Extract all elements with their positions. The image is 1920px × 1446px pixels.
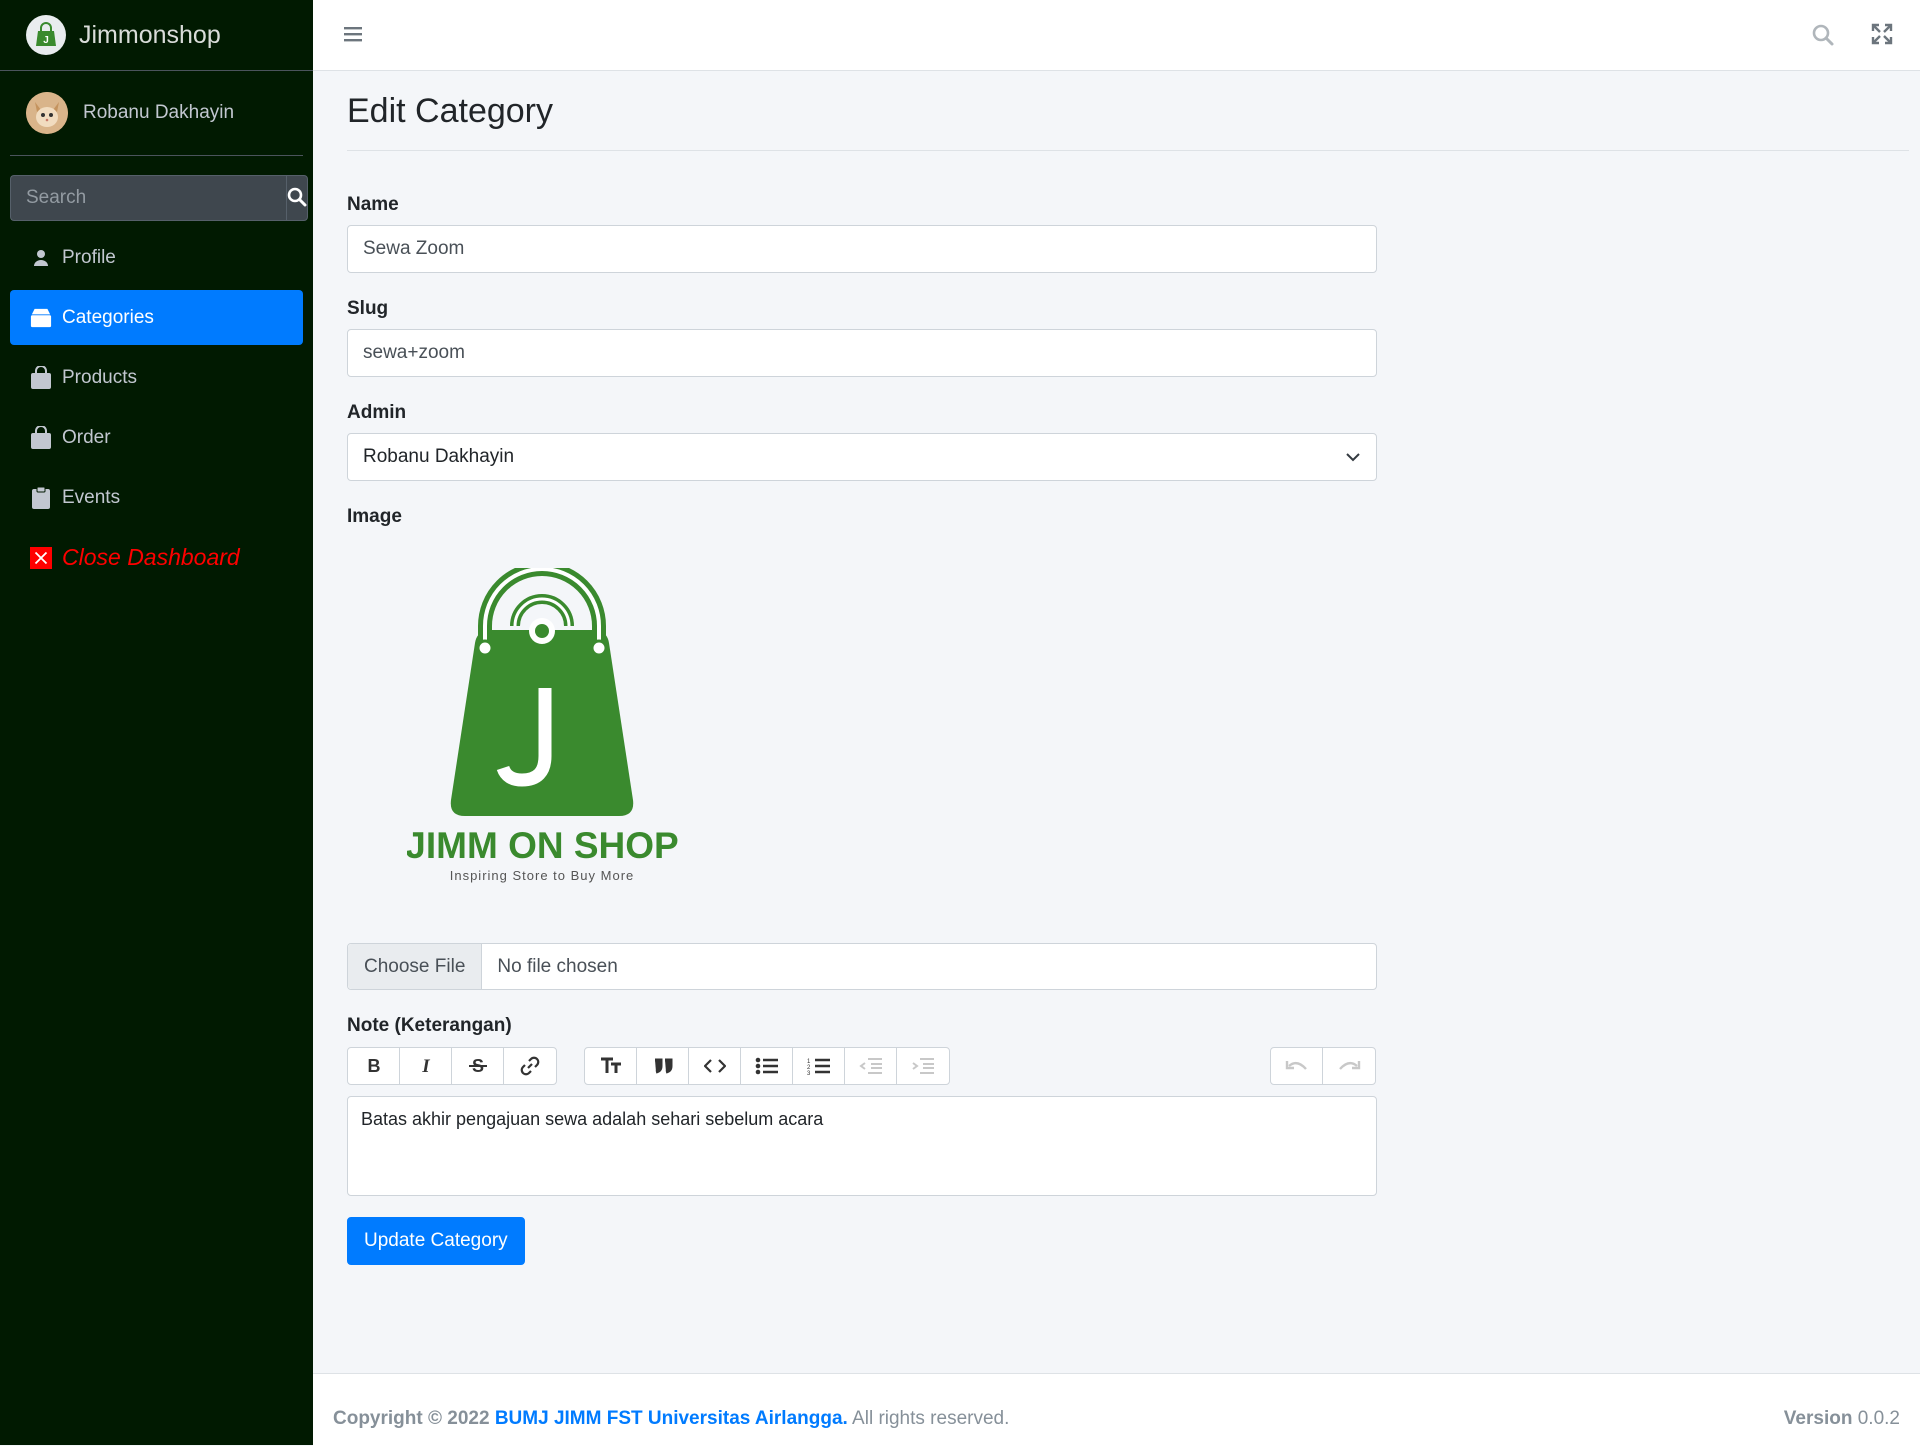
top-navbar: [313, 0, 1920, 71]
quote-icon[interactable]: [637, 1048, 689, 1084]
svg-text:B: B: [367, 1057, 380, 1075]
choose-file-button[interactable]: Choose File: [348, 944, 483, 989]
page-title: Edit Category: [347, 92, 1909, 151]
logo-tagline: Inspiring Store to Buy More: [450, 868, 635, 883]
sidebar-nav: Profile Categories Products Order Events: [10, 230, 303, 590]
sidebar-item-label: Events: [62, 486, 121, 508]
bold-icon[interactable]: B: [348, 1048, 400, 1084]
indent-icon[interactable]: [897, 1048, 949, 1084]
brand-name: Jimmonshop: [79, 20, 221, 49]
image-file-input[interactable]: Choose File No file chosen: [347, 943, 1377, 990]
navbar-search-icon[interactable]: [1811, 23, 1835, 52]
sidebar-search-input[interactable]: [10, 175, 286, 221]
slug-label: Slug: [347, 298, 389, 319]
svg-text:J: J: [43, 35, 49, 46]
version-label: Version: [1783, 1408, 1853, 1429]
footer-rights: All rights reserved.: [852, 1408, 1010, 1429]
close-icon: [30, 546, 52, 570]
strikethrough-icon[interactable]: S: [452, 1048, 504, 1084]
footer-version: Version 0.0.2: [1784, 1408, 1900, 1430]
footer-copyright: Copyright © 2022 BUMJ JIMM FST Universit…: [333, 1408, 1009, 1430]
footer: Copyright © 2022 BUMJ JIMM FST Universit…: [313, 1373, 1920, 1446]
sidebar: J Jimmonshop Robanu Dakhayin Profile Ca: [0, 0, 313, 1445]
editor-toolbar: B I S 123: [347, 1047, 1377, 1085]
note-editor[interactable]: Batas akhir pengajuan sewa adalah sehari…: [347, 1096, 1377, 1196]
box-icon: [30, 306, 52, 330]
avatar: [26, 92, 68, 134]
sidebar-item-products[interactable]: Products: [10, 350, 303, 405]
slug-input[interactable]: sewa+zoom: [347, 329, 1377, 377]
brand-logo-icon: J: [26, 15, 66, 55]
user-panel[interactable]: Robanu Dakhayin: [10, 71, 303, 156]
sidebar-search-button[interactable]: [286, 175, 308, 221]
main-content: Edit Category Name Sewa Zoom Slug sewa+z…: [347, 70, 1909, 1265]
image-label: Image: [347, 506, 402, 527]
admin-label: Admin: [347, 402, 407, 423]
file-status: No file chosen: [497, 955, 618, 977]
outdent-icon[interactable]: [845, 1048, 897, 1084]
admin-select-value: Robanu Dakhayin: [363, 446, 515, 467]
undo-icon[interactable]: [1271, 1048, 1323, 1084]
logo-title: JIMM ON SHOP: [407, 825, 679, 866]
sidebar-item-label: Order: [62, 426, 111, 448]
brand-link[interactable]: J Jimmonshop: [0, 0, 313, 71]
shopping-bag-icon: [30, 425, 52, 450]
block-format-group: 123: [584, 1047, 950, 1085]
clipboard-icon: [30, 486, 52, 510]
sidebar-item-label: Products: [62, 366, 137, 388]
sidebar-item-label: Categories: [62, 306, 154, 328]
name-input[interactable]: Sewa Zoom: [347, 225, 1377, 273]
sidebar-item-order[interactable]: Order: [10, 410, 303, 465]
sidebar-item-categories[interactable]: Categories: [10, 290, 303, 345]
numbered-list-icon[interactable]: 123: [793, 1048, 845, 1084]
shopping-bag-icon: [30, 365, 52, 390]
code-icon[interactable]: [689, 1048, 741, 1084]
jimm-on-shop-logo: JIMM ON SHOP Inspiring Store to Buy More: [405, 562, 679, 883]
update-category-button[interactable]: Update Category: [347, 1217, 525, 1265]
name-label: Name: [347, 194, 399, 215]
version-value: 0.0.2: [1857, 1408, 1900, 1429]
link-icon[interactable]: [504, 1048, 556, 1084]
category-image: JIMM ON SHOP Inspiring Store to Buy More: [405, 562, 737, 898]
edit-category-form: Name Sewa Zoom Slug sewa+zoom Admin Roba…: [347, 194, 1377, 1265]
svg-text:I: I: [421, 1057, 430, 1075]
user-name: Robanu Dakhayin: [83, 102, 235, 123]
history-group: [1270, 1047, 1376, 1085]
fullscreen-icon[interactable]: [1871, 23, 1893, 50]
redo-icon[interactable]: [1323, 1048, 1375, 1084]
search-icon: [287, 187, 307, 210]
sidebar-search: [10, 175, 308, 221]
bullet-list-icon[interactable]: [741, 1048, 793, 1084]
sidebar-item-label: Close Dashboard: [62, 544, 240, 570]
sidebar-item-close-dashboard[interactable]: Close Dashboard: [10, 530, 303, 585]
chevron-down-icon: [1345, 446, 1361, 468]
heading-icon[interactable]: [585, 1048, 637, 1084]
sidebar-item-events[interactable]: Events: [10, 470, 303, 525]
svg-text:3: 3: [807, 1071, 811, 1075]
user-icon: [30, 246, 52, 270]
sidebar-item-profile[interactable]: Profile: [10, 230, 303, 285]
sidebar-item-label: Profile: [62, 246, 116, 268]
italic-icon[interactable]: I: [400, 1048, 452, 1084]
footer-org-link[interactable]: BUMJ JIMM FST Universitas Airlangga.: [495, 1408, 848, 1429]
note-label: Note (Keterangan): [347, 1015, 512, 1036]
menu-toggle-icon[interactable]: [343, 24, 363, 49]
text-format-group: B I S: [347, 1047, 557, 1085]
admin-select[interactable]: Robanu Dakhayin: [347, 433, 1377, 481]
copyright-prefix: Copyright © 2022: [333, 1408, 490, 1429]
